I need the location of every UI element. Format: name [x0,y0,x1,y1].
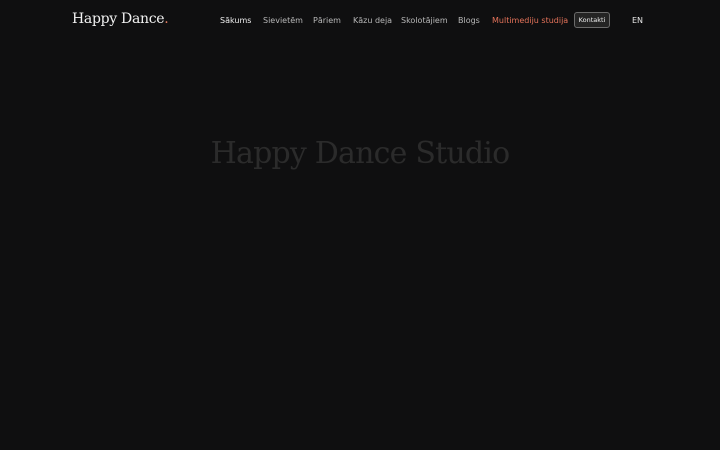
nav-item-skolotajiem[interactable]: Skolotājiem [401,16,448,25]
nav-item-kazu-deja[interactable]: Kāzu deja [353,16,392,25]
logo-dot: . [164,11,169,27]
nav-item-multimediju-studija[interactable]: Multimediju studija [492,16,568,25]
hero-title: Happy Dance Studio [210,136,510,171]
logo-text: Happy Dance [72,11,165,27]
site-logo[interactable]: Happy Dance. [72,11,169,27]
page: Happy Dance. Sākums Sievietēm Pāriem Kāz… [0,0,720,450]
nav-item-blogs[interactable]: Blogs [458,16,480,25]
contact-button[interactable]: Kontakti [574,12,610,28]
nav-item-pariem[interactable]: Pāriem [313,16,341,25]
nav-item-sakums[interactable]: Sākums [220,16,251,25]
nav-item-sievietem[interactable]: Sievietēm [263,16,303,25]
language-switch[interactable]: EN [632,16,643,25]
site-header: Happy Dance. Sākums Sievietēm Pāriem Kāz… [0,0,720,41]
